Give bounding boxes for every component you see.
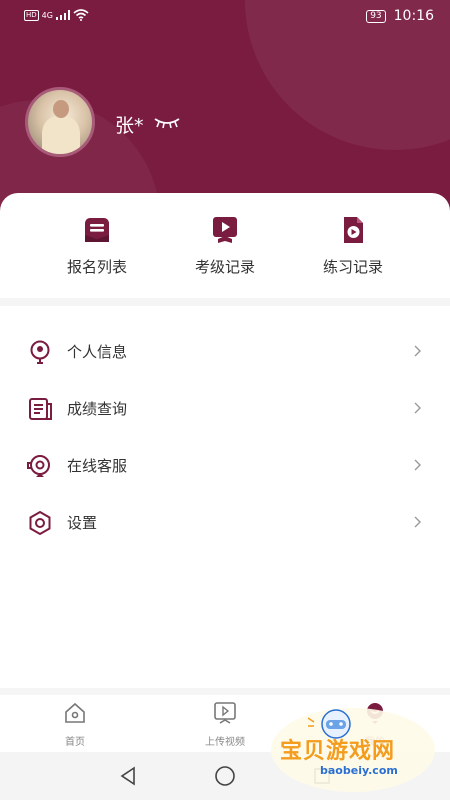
practice-record-icon	[344, 217, 363, 243]
chevron-right-icon	[414, 516, 421, 528]
quick-label: 考级记录	[194, 258, 255, 276]
score-query-icon	[29, 397, 52, 420]
quick-label: 报名列表	[66, 258, 127, 276]
wifi-icon	[73, 9, 89, 21]
avatar[interactable]	[25, 87, 95, 157]
exam-record-icon	[213, 217, 237, 243]
username: 张*	[115, 115, 144, 137]
signal-icon	[55, 10, 70, 20]
tab-label: 首页	[65, 737, 85, 748]
avatar-dress	[42, 116, 80, 154]
settings-menu: 个人信息 成绩查询 在线客服 设置	[0, 323, 450, 551]
home-icon	[65, 702, 85, 723]
quick-label: 练习记录	[322, 258, 383, 276]
online-service-icon	[27, 454, 50, 477]
home-nav-icon[interactable]	[214, 765, 236, 787]
quick-practice-record[interactable]: 练习记录	[298, 215, 408, 277]
menu-label: 设置	[67, 514, 98, 532]
back-nav-icon[interactable]	[118, 766, 138, 786]
watermark-text: 宝贝游戏网	[280, 739, 396, 764]
menu-label: 在线客服	[67, 457, 128, 475]
battery-indicator: 93	[366, 9, 386, 23]
chevron-right-icon	[414, 402, 421, 414]
personal-info-icon	[30, 340, 50, 364]
watermark-url: baobeiy.com	[320, 764, 398, 777]
tabbar-divider	[0, 688, 450, 695]
menu-label: 个人信息	[67, 343, 128, 361]
settings-icon	[29, 510, 51, 535]
tab-home[interactable]: 首页	[30, 701, 120, 748]
menu-item-online-service[interactable]: 在线客服	[0, 437, 450, 494]
hd-badge: HD	[24, 9, 39, 21]
tab-label: 上传视频	[205, 737, 245, 748]
quick-actions-card: 报名列表 考级记录 练习记录	[0, 193, 450, 298]
menu-item-score-query[interactable]: 成绩查询	[0, 380, 450, 437]
upload-video-icon	[214, 702, 236, 724]
quick-signup-list[interactable]: 报名列表	[42, 215, 152, 277]
section-divider	[0, 298, 450, 306]
status-right: 93 10:16	[366, 8, 434, 24]
clock: 10:16	[393, 8, 434, 24]
tab-upload-video[interactable]: 上传视频	[180, 701, 270, 748]
signup-list-icon	[85, 218, 109, 242]
chevron-right-icon	[414, 459, 421, 471]
eye-closed-icon[interactable]	[153, 115, 181, 129]
network-label: 4G	[41, 10, 53, 20]
avatar-face	[53, 100, 69, 118]
menu-item-settings[interactable]: 设置	[0, 494, 450, 551]
status-bar: HD 4G 93 10:16	[0, 0, 450, 34]
status-left: HD 4G	[24, 9, 89, 21]
quick-exam-record[interactable]: 考级记录	[170, 215, 280, 277]
menu-label: 成绩查询	[67, 400, 128, 418]
chevron-right-icon	[414, 345, 421, 357]
menu-item-personal-info[interactable]: 个人信息	[0, 323, 450, 380]
